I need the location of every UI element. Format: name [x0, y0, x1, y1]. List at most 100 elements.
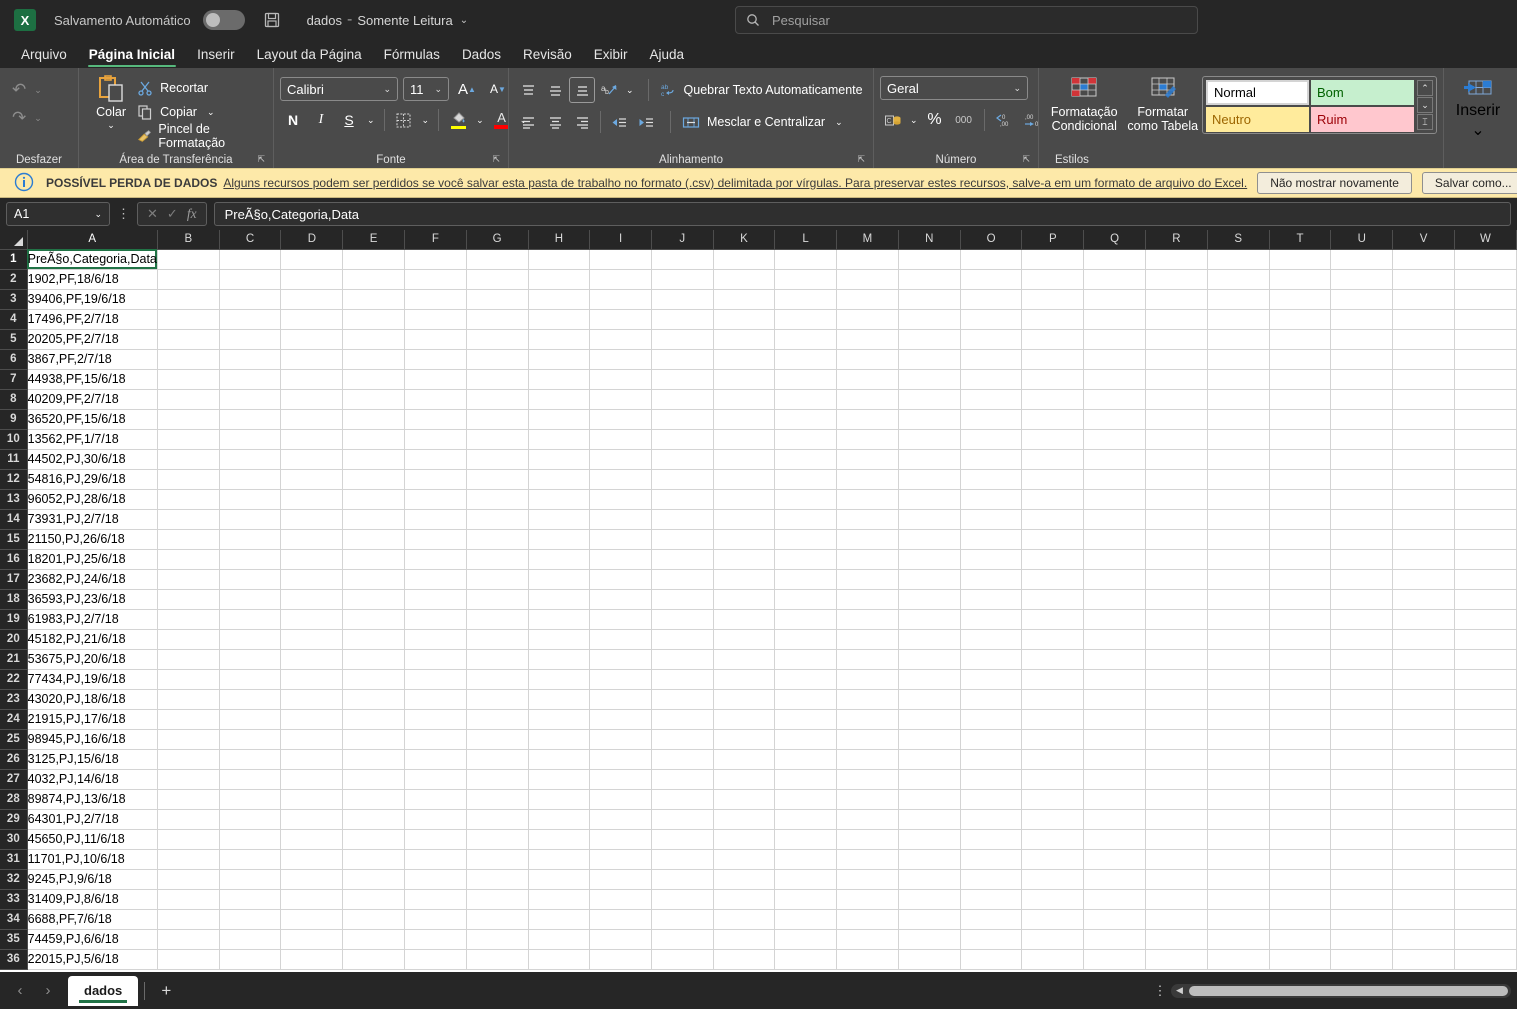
- cell-K20[interactable]: [713, 629, 776, 650]
- cell-M11[interactable]: [836, 449, 899, 470]
- tab-ajuda[interactable]: Ajuda: [639, 45, 696, 68]
- cell-P1[interactable]: [1021, 249, 1085, 270]
- cell-O12[interactable]: [960, 469, 1023, 490]
- cell-O4[interactable]: [960, 309, 1023, 330]
- cell-N18[interactable]: [898, 589, 961, 610]
- column-header-f[interactable]: F: [404, 230, 467, 250]
- row-header-10[interactable]: 10: [0, 429, 28, 450]
- cell-U27[interactable]: [1330, 769, 1394, 790]
- cell-P14[interactable]: [1021, 509, 1085, 530]
- cell-E10[interactable]: [342, 429, 406, 450]
- cell-P15[interactable]: [1021, 529, 1085, 550]
- cell-B12[interactable]: [157, 469, 220, 490]
- cell-P34[interactable]: [1021, 909, 1085, 930]
- cell-T31[interactable]: [1269, 849, 1332, 870]
- cell-E13[interactable]: [342, 489, 406, 510]
- cell-I17[interactable]: [589, 569, 652, 590]
- cell-T35[interactable]: [1269, 929, 1332, 950]
- cell-V5[interactable]: [1392, 329, 1455, 350]
- cell-J14[interactable]: [651, 509, 714, 530]
- cell-J27[interactable]: [651, 769, 714, 790]
- cell-A14[interactable]: 73931,PJ,2/7/18: [27, 509, 158, 530]
- cell-B3[interactable]: [157, 289, 220, 310]
- cell-H27[interactable]: [528, 769, 591, 790]
- column-header-w[interactable]: W: [1454, 230, 1517, 250]
- cell-R8[interactable]: [1145, 389, 1208, 410]
- cell-J29[interactable]: [651, 809, 714, 830]
- cell-W19[interactable]: [1454, 609, 1517, 630]
- cell-V3[interactable]: [1392, 289, 1455, 310]
- cell-R27[interactable]: [1145, 769, 1208, 790]
- cell-B4[interactable]: [157, 309, 220, 330]
- cell-G30[interactable]: [466, 829, 529, 850]
- cell-E36[interactable]: [342, 949, 406, 970]
- cell-E14[interactable]: [342, 509, 406, 530]
- cell-O25[interactable]: [960, 729, 1023, 750]
- cell-C6[interactable]: [219, 349, 282, 370]
- cell-R15[interactable]: [1145, 529, 1208, 550]
- cell-B33[interactable]: [157, 889, 220, 910]
- cell-A31[interactable]: 11701,PJ,10/6/18: [27, 849, 158, 870]
- cell-M7[interactable]: [836, 369, 899, 390]
- cell-Q5[interactable]: [1083, 329, 1147, 350]
- cell-Q23[interactable]: [1083, 689, 1147, 710]
- cell-U30[interactable]: [1330, 829, 1394, 850]
- tab-formulas[interactable]: Fórmulas: [373, 45, 451, 68]
- cell-H24[interactable]: [528, 709, 591, 730]
- cell-J18[interactable]: [651, 589, 714, 610]
- cell-D6[interactable]: [280, 349, 344, 370]
- cell-D14[interactable]: [280, 509, 344, 530]
- cell-I6[interactable]: [589, 349, 652, 370]
- cell-F36[interactable]: [404, 949, 467, 970]
- cell-Q27[interactable]: [1083, 769, 1147, 790]
- cell-Q9[interactable]: [1083, 409, 1147, 430]
- cell-B21[interactable]: [157, 649, 220, 670]
- cell-B10[interactable]: [157, 429, 220, 450]
- cell-P3[interactable]: [1021, 289, 1085, 310]
- row-header-33[interactable]: 33: [0, 889, 28, 910]
- cell-I21[interactable]: [589, 649, 652, 670]
- cell-U1[interactable]: [1330, 249, 1394, 270]
- cell-U9[interactable]: [1330, 409, 1394, 430]
- styles-more-icon[interactable]: ⌶: [1417, 114, 1433, 130]
- formula-input[interactable]: PreÃ§o,Categoria,Data: [213, 202, 1511, 226]
- cell-K22[interactable]: [713, 669, 776, 690]
- cell-D15[interactable]: [280, 529, 344, 550]
- tab-revisao[interactable]: Revisão: [512, 45, 583, 68]
- cell-C16[interactable]: [219, 549, 282, 570]
- style-ruim[interactable]: Ruim: [1311, 107, 1414, 132]
- cell-Q33[interactable]: [1083, 889, 1147, 910]
- cell-F31[interactable]: [404, 849, 467, 870]
- cell-I22[interactable]: [589, 669, 652, 690]
- row-header-24[interactable]: 24: [0, 709, 28, 730]
- cell-G23[interactable]: [466, 689, 529, 710]
- cell-U14[interactable]: [1330, 509, 1394, 530]
- cell-F8[interactable]: [404, 389, 467, 410]
- cell-D19[interactable]: [280, 609, 344, 630]
- cell-O14[interactable]: [960, 509, 1023, 530]
- cell-K16[interactable]: [713, 549, 776, 570]
- cell-L5[interactable]: [774, 329, 837, 350]
- cell-A21[interactable]: 53675,PJ,20/6/18: [27, 649, 158, 670]
- cell-J12[interactable]: [651, 469, 714, 490]
- cell-R1[interactable]: [1145, 249, 1208, 270]
- cell-V10[interactable]: [1392, 429, 1455, 450]
- cell-G1[interactable]: [466, 249, 529, 270]
- cell-Q30[interactable]: [1083, 829, 1147, 850]
- cell-B1[interactable]: [157, 249, 220, 270]
- cell-F13[interactable]: [404, 489, 467, 510]
- cell-A7[interactable]: 44938,PF,15/6/18: [27, 369, 158, 390]
- cell-I4[interactable]: [589, 309, 652, 330]
- cell-K17[interactable]: [713, 569, 776, 590]
- cell-Q8[interactable]: [1083, 389, 1147, 410]
- cell-J6[interactable]: [651, 349, 714, 370]
- cell-C19[interactable]: [219, 609, 282, 630]
- cell-F34[interactable]: [404, 909, 467, 930]
- cell-W31[interactable]: [1454, 849, 1517, 870]
- cell-K2[interactable]: [713, 269, 776, 290]
- cell-Q10[interactable]: [1083, 429, 1147, 450]
- cell-B14[interactable]: [157, 509, 220, 530]
- cell-W29[interactable]: [1454, 809, 1517, 830]
- cell-I27[interactable]: [589, 769, 652, 790]
- cell-N16[interactable]: [898, 549, 961, 570]
